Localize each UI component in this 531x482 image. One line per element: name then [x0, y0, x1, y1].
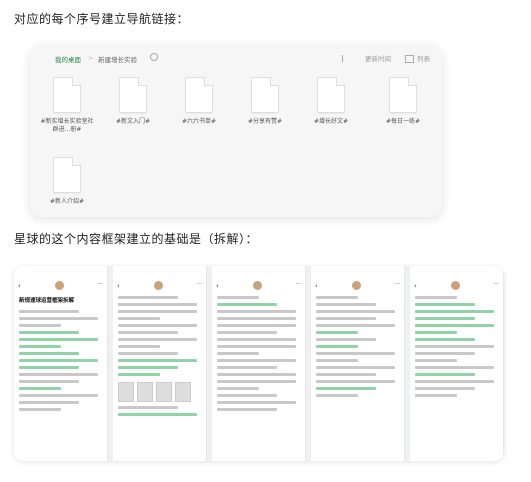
- file-item[interactable]: #六六书单#: [170, 77, 228, 126]
- view-toggle[interactable]: 列表: [405, 53, 430, 63]
- avatar: [451, 281, 460, 290]
- back-icon: ‹: [18, 282, 21, 290]
- view-label: 列表: [417, 55, 430, 63]
- avatar: [154, 281, 163, 290]
- phone-screenshot: ‹ ···: [410, 266, 504, 461]
- back-icon: ‹: [414, 282, 417, 290]
- document-icon: [53, 157, 81, 193]
- file-browser-window: 我的桌面 > 新建增长实验 更新时间 列表 #新实增长实验室社群进...册# #…: [30, 45, 442, 217]
- file-name: #新人介绍#: [49, 198, 85, 205]
- document-icon: [119, 77, 147, 113]
- file-item[interactable]: #每日一练#: [374, 77, 432, 126]
- phone-screenshots-strip: ‹ ··· 新规速球运营框架拆解 ‹ ··· ‹ ··· ‹ ··· ‹ ···: [14, 266, 504, 461]
- file-name: #增长好文#: [313, 118, 349, 125]
- phone-screenshot: ‹ ··· 新规速球运营框架拆解: [14, 266, 108, 461]
- more-icon: ···: [196, 281, 202, 288]
- sort-button[interactable]: 更新时间: [365, 53, 391, 63]
- phone-screenshot: ‹ ···: [311, 266, 405, 461]
- document-icon: [251, 77, 279, 113]
- file-item[interactable]: #新人介绍#: [38, 157, 96, 206]
- avatar: [253, 281, 262, 290]
- file-name: #新实增长实验室社群进...册#: [40, 118, 94, 133]
- heading-framework-basis: 星球的这个内容框架建立的基础是（拆解）：: [14, 232, 259, 246]
- file-item[interactable]: #新文入门#: [104, 77, 162, 126]
- file-item[interactable]: #新实增长实验室社群进...册#: [38, 77, 96, 134]
- avatar: [55, 281, 64, 290]
- file-name: #分享有赞#: [247, 118, 283, 125]
- more-icon: ···: [295, 281, 301, 288]
- file-name: #每日一练#: [385, 118, 421, 125]
- more-icon: ···: [493, 281, 499, 288]
- toolbar-actions: 更新时间 列表: [342, 53, 430, 63]
- more-icon: ···: [394, 281, 400, 288]
- document-icon: [53, 77, 81, 113]
- more-icon: ···: [97, 281, 103, 288]
- back-icon: ‹: [315, 282, 318, 290]
- breadcrumb-root[interactable]: 我的桌面: [55, 54, 81, 64]
- document-icon: [317, 77, 345, 113]
- file-name: #六六书单#: [181, 118, 217, 125]
- phone-screenshot: ‹ ···: [212, 266, 306, 461]
- back-icon: ‹: [117, 282, 120, 290]
- back-icon: ‹: [216, 282, 219, 290]
- info-icon[interactable]: [150, 53, 158, 61]
- file-item[interactable]: #分享有赞#: [236, 77, 294, 126]
- sort-icon: [342, 54, 343, 62]
- phone-title: 新规速球运营框架拆解: [19, 298, 75, 304]
- breadcrumb-separator: >: [88, 54, 94, 62]
- avatar: [352, 281, 361, 290]
- file-name: #新文入门#: [115, 118, 151, 125]
- window-toolbar: 我的桌面 > 新建增长实验 更新时间 列表: [30, 45, 442, 71]
- file-item[interactable]: #增长好文#: [302, 77, 360, 126]
- phone-screenshot: ‹ ···: [113, 266, 207, 461]
- heading-navigation-links: 对应的每个序号建立导航链接：: [14, 12, 190, 26]
- breadcrumb-current[interactable]: 新建增长实验: [98, 54, 137, 64]
- list-icon: [405, 55, 414, 63]
- document-icon: [389, 77, 417, 113]
- document-icon: [185, 77, 213, 113]
